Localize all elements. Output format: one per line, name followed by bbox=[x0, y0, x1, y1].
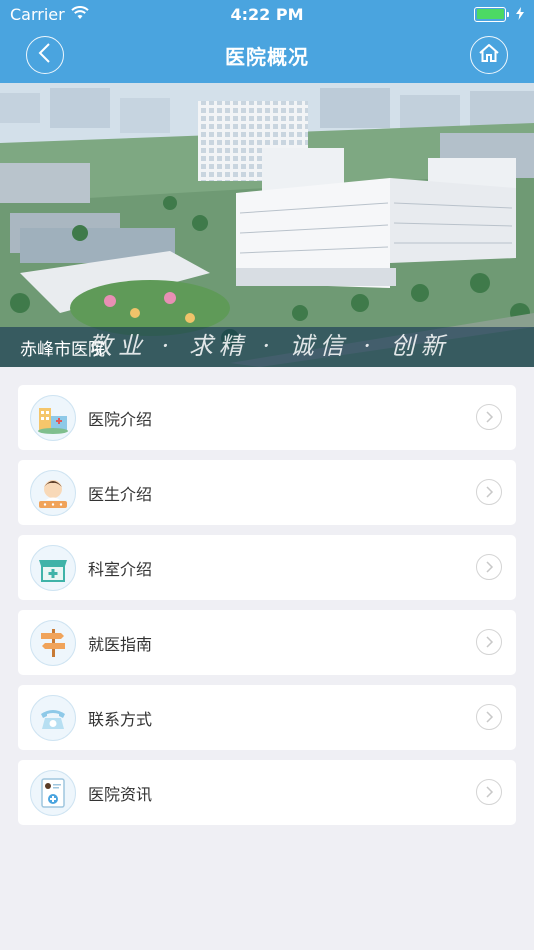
charging-bolt-icon bbox=[516, 5, 524, 24]
signpost-icon bbox=[30, 619, 76, 666]
menu-item-hospital-news[interactable]: 医院资讯 bbox=[18, 760, 516, 825]
wifi-icon bbox=[71, 5, 89, 24]
app-header: Carrier 4:22 PM 医院概况 bbox=[0, 0, 534, 83]
page-title: 医院概况 bbox=[225, 45, 309, 69]
menu-label: 就医指南 bbox=[88, 634, 153, 654]
news-document-icon bbox=[30, 769, 76, 816]
overview-menu: 医院介绍 医生介绍 科室介绍 就医指南 联系方式 医院资讯 bbox=[18, 385, 516, 835]
status-bar: Carrier 4:22 PM bbox=[0, 0, 534, 28]
hospital-banner-image: 赤峰市医院 敬业 · 求精 · 诚信 · 创新 bbox=[0, 83, 534, 367]
menu-item-department-intro[interactable]: 科室介绍 bbox=[18, 535, 516, 600]
chevron-right-icon bbox=[476, 704, 502, 730]
battery-icon bbox=[474, 6, 509, 22]
chevron-left-icon bbox=[38, 43, 52, 67]
menu-item-doctor-intro[interactable]: 医生介绍 bbox=[18, 460, 516, 525]
home-button[interactable] bbox=[470, 36, 508, 74]
chevron-right-icon bbox=[476, 779, 502, 805]
chevron-right-icon bbox=[476, 479, 502, 505]
hospital-building-icon bbox=[30, 394, 76, 441]
status-right bbox=[474, 5, 524, 24]
doctor-avatar-icon bbox=[30, 469, 76, 516]
department-clinic-icon bbox=[30, 544, 76, 591]
chevron-right-icon bbox=[476, 629, 502, 655]
menu-label: 医院介绍 bbox=[88, 409, 153, 429]
menu-label: 医生介绍 bbox=[88, 484, 153, 504]
menu-label: 科室介绍 bbox=[88, 559, 153, 579]
menu-label: 医院资讯 bbox=[88, 784, 153, 804]
carrier-label: Carrier bbox=[10, 4, 65, 24]
menu-item-hospital-intro[interactable]: 医院介绍 bbox=[18, 385, 516, 450]
menu-item-contact[interactable]: 联系方式 bbox=[18, 685, 516, 750]
menu-item-medical-guide[interactable]: 就医指南 bbox=[18, 610, 516, 675]
home-icon bbox=[478, 43, 500, 67]
menu-label: 联系方式 bbox=[88, 709, 153, 729]
battery-level bbox=[476, 9, 504, 19]
hospital-slogan: 敬业 · 求精 · 诚信 · 创新 bbox=[88, 332, 451, 360]
hospital-aerial-illustration bbox=[0, 83, 534, 367]
chevron-right-icon bbox=[476, 404, 502, 430]
chevron-right-icon bbox=[476, 554, 502, 580]
nav-bar: 医院概况 bbox=[0, 28, 534, 83]
status-left: Carrier bbox=[10, 5, 89, 24]
telephone-icon bbox=[30, 694, 76, 741]
back-button[interactable] bbox=[26, 36, 64, 74]
